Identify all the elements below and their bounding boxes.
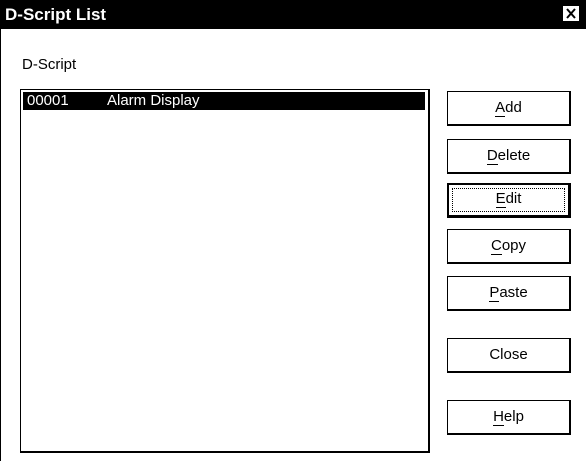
paste-label: aste [499,284,528,301]
help-label: elp [503,408,524,425]
delete-label: elete [497,147,531,164]
d-script-list-dialog: D-Script List D-Script 00001 Alarm Displ… [0,0,586,461]
delete-button[interactable]: Delete [447,139,571,174]
help-mnemonic: H [493,408,504,426]
d-script-listbox[interactable]: 00001 Alarm Display [20,89,430,453]
copy-mnemonic: C [490,237,502,255]
edit-button[interactable]: Edit [447,183,571,218]
title-bar[interactable]: D-Script List [1,1,586,29]
edit-mnemonic: E [495,190,506,208]
list-item-number: 00001 [27,92,69,109]
help-button[interactable]: Help [447,400,571,435]
list-item[interactable]: 00001 Alarm Display [23,92,425,110]
copy-label: opy [501,237,527,254]
list-item-name: Alarm Display [107,92,200,109]
add-button[interactable]: Add [447,91,571,126]
close-icon [566,8,576,19]
edit-label: dit [505,190,522,207]
d-script-group-label: D-Script [22,56,77,73]
close-window-button[interactable] [562,5,580,22]
delete-mnemonic: D [486,147,498,165]
add-mnemonic: A [495,99,506,117]
window-title: D-Script List [5,5,107,24]
close-button[interactable]: Close [447,338,571,373]
paste-button[interactable]: Paste [447,276,571,311]
paste-mnemonic: P [489,284,500,302]
close-label: Close [489,346,528,363]
copy-button[interactable]: Copy [447,229,571,264]
add-label: dd [505,99,522,116]
